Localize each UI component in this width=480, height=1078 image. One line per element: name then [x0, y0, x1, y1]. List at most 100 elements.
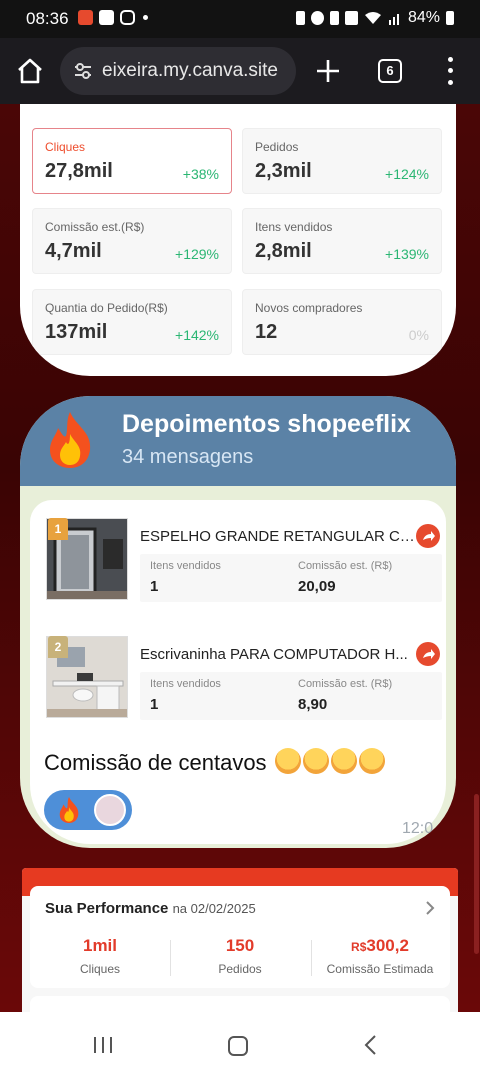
metric-order-amount[interactable]: Quantia do Pedido(R$) 137mil +142%	[32, 289, 232, 355]
product-name: Escrivaninha PARA COMPUTADOR H...	[140, 646, 408, 663]
tab-switcher-button[interactable]: 6	[378, 59, 402, 83]
back-icon[interactable]	[362, 1034, 380, 1056]
metric-change: +139%	[385, 246, 429, 262]
home-nav-icon[interactable]	[228, 1036, 248, 1056]
metric-value: 2,3mil	[255, 160, 312, 182]
metric-label: Comissão est.(R$)	[45, 220, 145, 234]
alarm-icon	[310, 11, 324, 25]
metric-label: Novos compradores	[255, 301, 363, 315]
status-bar: 08:36 84%	[0, 0, 480, 38]
performance-commission: R$300,2 Comissão Estimada	[310, 936, 450, 976]
currency-symbol: R$	[351, 940, 367, 954]
wifi-icon	[364, 12, 381, 24]
performance-date: na 02/02/2025	[172, 901, 256, 916]
performance-title-text: Sua Performance	[45, 900, 169, 917]
fire-icon	[50, 412, 91, 468]
page-content[interactable]: Cliques 27,8mil +38% Pedidos 2,3mil +124…	[0, 104, 480, 1012]
battery-percent: 84%	[407, 9, 440, 26]
performance-card: Sua Performance na 02/02/2025 1mil Cliqu…	[22, 868, 458, 1012]
metric-change: 0%	[408, 327, 429, 343]
rank-badge: 1	[48, 518, 68, 540]
fire-reaction-icon	[59, 797, 79, 823]
metric-change: +129%	[175, 246, 219, 262]
metric-commission[interactable]: Comissão est.(R$) 4,7mil +129%	[32, 208, 232, 274]
testimonial-subtitle: 34 mensagens	[122, 446, 254, 468]
address-bar[interactable]: eixeira.my.canva.site	[60, 47, 296, 95]
performance-label: Pedidos	[218, 962, 262, 976]
product-stats: Itens vendidos 1 Comissão est. (R$) 8,90	[140, 672, 442, 720]
rank-badge: 2	[48, 636, 68, 658]
metric-label: Pedidos	[255, 140, 299, 154]
commission-value: 8,90	[298, 696, 328, 713]
metric-clicks[interactable]: Cliques 27,8mil +38%	[32, 128, 232, 194]
metric-orders[interactable]: Pedidos 2,3mil +124%	[242, 128, 442, 194]
chat-message: 1 ESPELHO GRANDE RETANGULAR CO... Itens …	[30, 500, 446, 844]
metric-label: Itens vendidos	[255, 220, 333, 234]
metric-items-sold[interactable]: Itens vendidos 2,8mil +139%	[242, 208, 442, 274]
commission-label: Comissão est. (R$)	[298, 678, 393, 690]
next-panel-edge	[30, 996, 450, 1012]
performance-clicks: 1mil Cliques	[30, 936, 170, 976]
share-icon[interactable]	[416, 642, 440, 666]
smiling-face-with-hearts-icon	[302, 748, 329, 774]
instagram-notification-icon	[120, 10, 135, 25]
product-row[interactable]: 1 ESPELHO GRANDE RETANGULAR CO... Itens …	[46, 518, 442, 618]
smiling-face-with-hearts-icon	[274, 748, 301, 774]
metric-value: 12	[255, 321, 278, 343]
home-icon[interactable]	[14, 55, 46, 87]
reactor-avatar	[94, 794, 126, 826]
vibrate-icon	[295, 11, 305, 25]
testimonial-card: Depoimentos shopeeflix 34 mensagens 1 ES…	[20, 396, 456, 848]
commission-amount: 300,2	[366, 936, 409, 955]
more-notifications-dot	[143, 15, 148, 20]
performance-value: R$300,2	[310, 936, 450, 956]
notification-icons	[78, 10, 148, 25]
performance-label: Cliques	[79, 962, 121, 976]
new-tab-button[interactable]	[312, 55, 344, 87]
mute-icon	[344, 11, 358, 25]
commission-label: Comissão est. (R$)	[298, 560, 393, 572]
gallery-notification-icon	[99, 10, 114, 25]
performance-orders: 150 Pedidos	[170, 936, 310, 976]
overflow-menu-button[interactable]	[440, 54, 460, 88]
testimonial-title: Depoimentos shopeeflix	[122, 410, 411, 438]
message-caption: Comissão de centavos	[44, 748, 385, 776]
metric-value: 4,7mil	[45, 240, 102, 262]
metric-change: +124%	[385, 166, 429, 182]
commission-value: 20,09	[298, 578, 336, 595]
smiling-face-with-hearts-icon	[358, 748, 385, 774]
metric-value: 137mil	[45, 321, 108, 343]
product-row[interactable]: 2 Escrivaninha PARA COMPUTADOR H... Iten…	[46, 636, 442, 736]
performance-value: 150	[225, 936, 255, 955]
message-time: 12:0	[402, 820, 434, 837]
testimonial-header: Depoimentos shopeeflix 34 mensagens	[20, 396, 456, 486]
url-text[interactable]: eixeira.my.canva.site	[102, 60, 292, 82]
performance-panel[interactable]: Sua Performance na 02/02/2025 1mil Cliqu…	[30, 886, 450, 988]
items-sold-label: Itens vendidos	[150, 678, 221, 690]
metric-change: +38%	[182, 166, 219, 182]
bluetooth-icon	[329, 11, 339, 25]
plus-icon	[317, 60, 339, 82]
chevron-right-icon[interactable]	[424, 900, 436, 916]
caption-text: Comissão de centavos	[44, 750, 267, 775]
product-stats: Itens vendidos 1 Comissão est. (R$) 20,0…	[140, 554, 442, 602]
signal-icon	[388, 14, 399, 25]
metric-label: Cliques	[45, 140, 86, 154]
performance-title: Sua Performance na 02/02/2025	[45, 900, 256, 917]
reaction-chip[interactable]	[44, 790, 132, 830]
recent-apps-icon[interactable]	[92, 1036, 114, 1054]
metric-value: 2,8mil	[255, 240, 312, 262]
metric-change: +142%	[175, 327, 219, 343]
system-nav-bar	[0, 1012, 480, 1078]
metric-label: Quantia do Pedido(R$)	[45, 301, 168, 315]
smiling-face-with-hearts-icon	[330, 748, 357, 774]
scrollbar[interactable]	[474, 794, 479, 954]
metrics-card: Cliques 27,8mil +38% Pedidos 2,3mil +124…	[20, 104, 456, 376]
performance-value: 1mil	[82, 936, 118, 955]
status-time: 08:36	[26, 9, 69, 28]
share-icon[interactable]	[416, 524, 440, 548]
items-sold-value: 1	[150, 578, 159, 595]
metric-new-buyers[interactable]: Novos compradores 12 0%	[242, 289, 442, 355]
youtube-notification-icon	[78, 10, 93, 25]
site-settings-icon[interactable]	[72, 60, 94, 82]
